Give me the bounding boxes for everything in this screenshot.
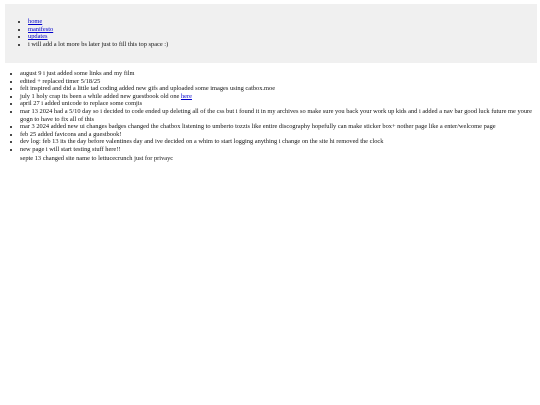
nav-link-home[interactable]: home [28, 18, 42, 25]
update-text: dev log: feb 13 its the day before valen… [20, 138, 384, 146]
list-item: felt inspired and did a little tad codin… [20, 85, 535, 93]
nav-item-manifesto: manifesto [28, 26, 168, 34]
list-item: august 9 i just added some links and my … [20, 70, 535, 78]
list-item: july 1 holy crap its been a while added … [20, 93, 535, 101]
update-text: feb 25 added favicons and a guestbook! [20, 130, 122, 138]
update-text: july 1 holy crap its been a while added … [20, 92, 181, 100]
list-item: mar 13 2024 had a 5/10 day so i decided … [20, 108, 535, 123]
update-text: mar 3 2024 added new ui changes badges c… [20, 123, 496, 131]
nav-link-updates[interactable]: updates [28, 33, 48, 40]
updates-list: august 9 i just added some links and my … [20, 70, 535, 154]
list-item: new page i will start testing stuff here… [20, 146, 535, 154]
guestbook-old-link[interactable]: here [181, 93, 192, 100]
list-item: april 27 i added unicode to replace some… [20, 100, 535, 108]
update-text: april 27 i added unicode to replace some… [20, 100, 143, 108]
update-text: new page i will start testing stuff here… [20, 145, 121, 153]
list-item: dev log: feb 13 its the day before valen… [20, 138, 535, 146]
top-nav-bar: home manifesto updates i will add a lot … [5, 4, 537, 63]
update-text: edited + replaced timer 5/18/25 [20, 77, 101, 85]
nav-item-home: home [28, 18, 168, 26]
nav-note-text: i will add a lot more bs later just to f… [28, 40, 169, 48]
nav-item-updates: updates [28, 33, 168, 41]
trailing-note: septe 13 changed site name to lettucecru… [20, 155, 174, 162]
list-item: feb 25 added favicons and a guestbook! [20, 131, 535, 139]
nav-item-note: i will add a lot more bs later just to f… [28, 41, 168, 49]
update-text: felt inspired and did a little tad codin… [20, 85, 276, 93]
nav-list: home manifesto updates i will add a lot … [28, 18, 168, 48]
update-text: mar 13 2024 had a 5/10 day so i decided … [20, 107, 533, 123]
nav-link-manifesto[interactable]: manifesto [28, 26, 53, 33]
update-text: august 9 i just added some links and my … [20, 70, 135, 77]
list-item: mar 3 2024 added new ui changes badges c… [20, 123, 535, 131]
list-item: edited + replaced timer 5/18/25 [20, 78, 535, 86]
